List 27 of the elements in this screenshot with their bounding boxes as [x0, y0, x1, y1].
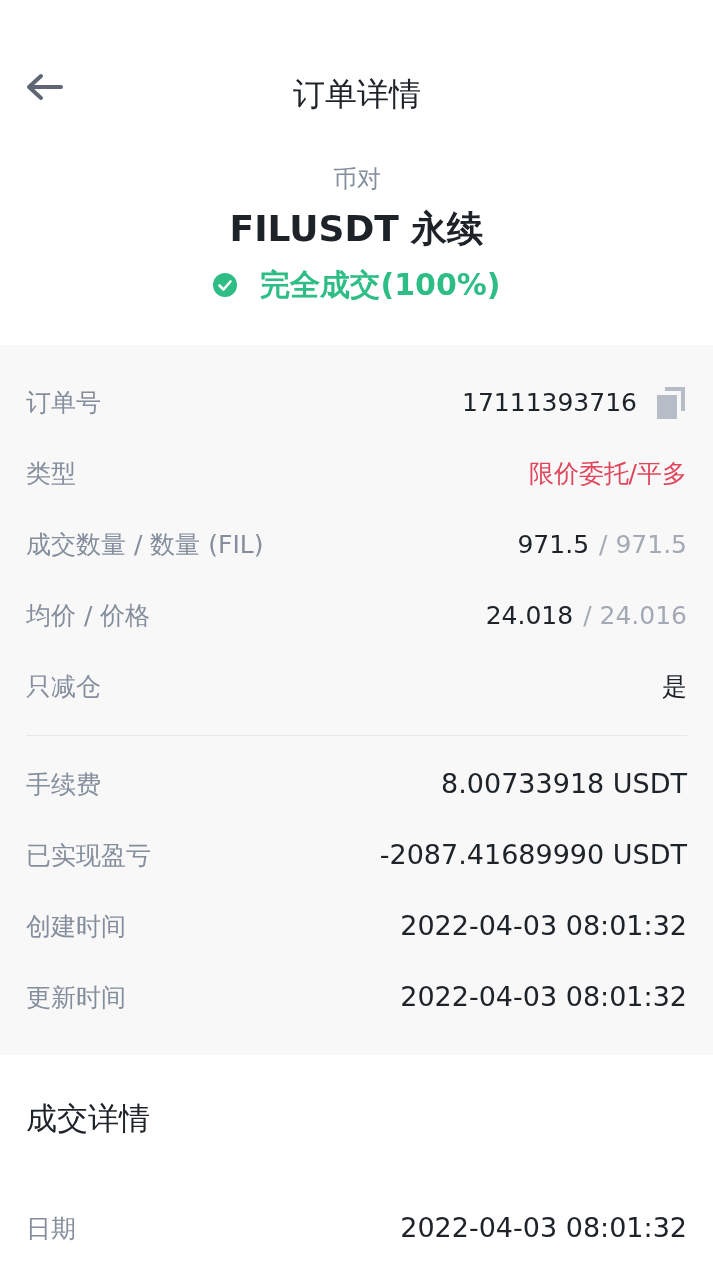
- field-label: 均价 / 价格: [26, 599, 151, 632]
- field-label: 创建时间: [26, 910, 126, 943]
- field-value: 17111393716: [462, 386, 637, 419]
- field-value: 2022-04-03 08:01:32: [400, 980, 687, 1015]
- field-value: 限价委托/平多: [528, 457, 687, 490]
- field-value: 971.5: [517, 528, 590, 561]
- field-value: -2087.41689990 USDT: [379, 838, 687, 873]
- field-label: 类型: [26, 457, 76, 490]
- field-value: 2022-04-03 08:01:32: [400, 909, 687, 944]
- status-text: 完全成交(100%): [260, 266, 501, 304]
- field-label: 只减仓: [26, 670, 101, 703]
- field-value: 8.00733918 USDT: [441, 767, 687, 802]
- field-label: 更新时间: [26, 981, 126, 1014]
- field-value: / 971.5: [599, 528, 687, 561]
- field-value: 24.018: [485, 599, 574, 632]
- field-label: 成交数量 / 数量 (FIL): [26, 528, 264, 561]
- field-label: 手续费: [26, 768, 101, 801]
- field-label: 日期: [26, 1212, 76, 1245]
- pair-label: 币对: [332, 164, 381, 195]
- field-value: 是: [662, 670, 687, 703]
- symbol-title: FILUSDT 永续: [229, 207, 484, 251]
- section-title: 成交详情: [26, 1099, 151, 1138]
- field-label: 订单号: [26, 386, 101, 419]
- field-value: / 24.016: [583, 599, 687, 632]
- field-value: 2022-04-03 08:01:32: [400, 1211, 687, 1246]
- page-title: 订单详情: [292, 74, 421, 115]
- field-label: 已实现盈亏: [26, 839, 151, 872]
